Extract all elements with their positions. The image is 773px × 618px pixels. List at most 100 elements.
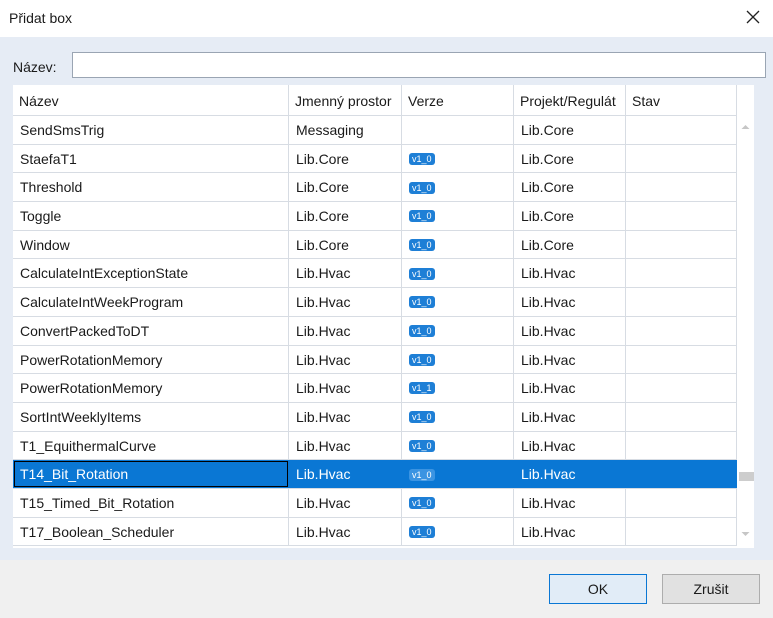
cell-namespace: Lib.Core xyxy=(289,144,402,173)
cell-status xyxy=(626,230,737,259)
cell-namespace: Lib.Hvac xyxy=(289,488,402,517)
version-badge: v1_1 xyxy=(409,382,435,395)
cell-status xyxy=(626,144,737,173)
cell-version: v1_0 xyxy=(402,144,514,173)
table-row[interactable]: StaefaT1 Lib.Core v1_0 Lib.Core xyxy=(13,144,737,174)
version-badge: v1_0 xyxy=(409,296,435,309)
version-badge: v1_0 xyxy=(409,525,435,538)
cell-version: v1_1 xyxy=(402,374,514,402)
cell-namespace: Lib.Hvac xyxy=(289,288,402,316)
ok-button[interactable]: OK xyxy=(549,574,647,604)
cell-version: v1_0 xyxy=(402,460,514,488)
cell-name: SortIntWeeklyItems xyxy=(13,402,289,431)
version-badge: v1_0 xyxy=(409,353,435,366)
column-header-namespace[interactable]: Jmenný prostor xyxy=(289,85,402,115)
cell-project: Lib.Hvac xyxy=(514,402,626,431)
cell-project: Lib.Core xyxy=(514,230,626,259)
table-row[interactable]: Window Lib.Core v1_0 Lib.Core xyxy=(13,230,737,260)
cell-project: Lib.Core xyxy=(514,144,626,173)
table-row[interactable]: Toggle Lib.Core v1_0 Lib.Core xyxy=(13,202,737,231)
table-row[interactable]: ConvertPackedToDT Lib.Hvac v1_0 Lib.Hvac xyxy=(13,316,737,346)
cell-namespace: Lib.Hvac xyxy=(289,402,402,431)
cell-status xyxy=(626,288,737,316)
column-header-project[interactable]: Projekt/Regulát xyxy=(514,85,626,115)
cell-namespace: Lib.Hvac xyxy=(289,431,402,460)
cell-status xyxy=(626,431,737,460)
cell-name: T17_Boolean_Scheduler xyxy=(13,517,289,546)
cell-name: SendSmsTrig xyxy=(13,116,289,144)
table-row[interactable]: SortIntWeeklyItems Lib.Hvac v1_0 Lib.Hvac xyxy=(13,402,737,432)
cell-status xyxy=(626,116,737,144)
cell-project: Lib.Core xyxy=(514,116,626,144)
cell-version: v1_0 xyxy=(402,517,514,546)
cell-namespace: Lib.Hvac xyxy=(289,374,402,402)
version-badge: v1_0 xyxy=(409,152,435,165)
table-row[interactable]: PowerRotationMemory Lib.Hvac v1_1 Lib.Hvac xyxy=(13,374,737,403)
vertical-scrollbar[interactable] xyxy=(737,116,754,548)
dialog-title: Přidat box xyxy=(9,10,73,26)
column-header-status[interactable]: Stav xyxy=(626,85,737,115)
column-header-version[interactable]: Verze xyxy=(402,85,514,115)
version-badge: v1_0 xyxy=(409,325,435,338)
cell-version: v1_0 xyxy=(402,173,514,202)
cell-status xyxy=(626,259,737,288)
cell-version: v1_0 xyxy=(402,431,514,460)
table-row[interactable]: T1_EquithermalCurve Lib.Hvac v1_0 Lib.Hvac xyxy=(13,431,737,461)
cell-namespace: Messaging xyxy=(289,116,402,144)
table-row[interactable]: CalculateIntWeekProgram Lib.Hvac v1_0 Lib.H… xyxy=(13,288,737,317)
cell-version: v1_0 xyxy=(402,345,514,374)
table-row[interactable]: T15_Timed_Bit_Rotation Lib.Hvac v1_0 Lib.Hv… xyxy=(13,488,737,518)
cell-status xyxy=(626,402,737,431)
grid-rows: SendSmsTrig Messaging Lib.Core StaefaT1 Lib.… xyxy=(13,116,737,547)
cell-namespace: Lib.Core xyxy=(289,202,402,230)
cell-name: Window xyxy=(13,230,289,259)
cell-status xyxy=(626,345,737,374)
cell-name: Threshold xyxy=(13,173,289,202)
table-row[interactable]: T14_Bit_Rotation Lib.Hvac v1_0 Lib.Hvac xyxy=(13,460,737,489)
cell-namespace: Lib.Hvac xyxy=(289,316,402,345)
column-header-name[interactable]: Název xyxy=(13,85,289,115)
version-badge: v1_0 xyxy=(409,181,435,194)
cell-namespace: Lib.Hvac xyxy=(289,460,402,488)
cell-project: Lib.Hvac xyxy=(514,431,626,460)
cell-name: PowerRotationMemory xyxy=(13,374,289,402)
cell-project: Lib.Hvac xyxy=(514,517,626,546)
table-row[interactable]: PowerRotationMemory Lib.Hvac v1_0 Lib.Hvac xyxy=(13,345,737,375)
cell-status xyxy=(626,202,737,230)
cancel-button[interactable]: Zrušit xyxy=(662,574,760,604)
title-bar: Přidat box xyxy=(0,0,773,37)
cell-name: T1_EquithermalCurve xyxy=(13,431,289,460)
cell-version: v1_0 xyxy=(402,288,514,316)
cell-version: v1_0 xyxy=(402,488,514,517)
cell-version: v1_0 xyxy=(402,202,514,230)
scroll-down-icon[interactable] xyxy=(741,529,750,539)
close-icon[interactable] xyxy=(744,8,762,26)
cell-status xyxy=(626,517,737,546)
scroll-up-icon[interactable] xyxy=(741,122,750,132)
table-row[interactable]: CalculateIntExceptionState Lib.Hvac v1_0 Li… xyxy=(13,259,737,289)
cell-name: T14_Bit_Rotation xyxy=(13,460,289,488)
dialog-content: Název: Název Jmenný prostor Verze Projek… xyxy=(0,37,773,560)
cell-project: Lib.Hvac xyxy=(514,259,626,288)
cell-status xyxy=(626,173,737,202)
cell-name: T15_Timed_Bit_Rotation xyxy=(13,488,289,517)
cell-status xyxy=(626,460,737,488)
scrollbar-thumb[interactable] xyxy=(739,472,754,481)
cell-namespace: Lib.Hvac xyxy=(289,345,402,374)
cell-status xyxy=(626,316,737,345)
version-badge: v1_0 xyxy=(409,239,435,252)
cell-name: CalculateIntWeekProgram xyxy=(13,288,289,316)
box-grid: Název Jmenný prostor Verze Projekt/Regul… xyxy=(13,85,754,548)
dialog-footer: OK Zrušit xyxy=(0,560,773,618)
cell-project: Lib.Core xyxy=(514,173,626,202)
cell-name: Toggle xyxy=(13,202,289,230)
table-row[interactable]: T17_Boolean_Scheduler Lib.Hvac v1_0 Lib.Hva… xyxy=(13,517,737,547)
cell-status xyxy=(626,488,737,517)
grid-header: Název Jmenný prostor Verze Projekt/Regul… xyxy=(13,85,737,116)
cell-project: Lib.Hvac xyxy=(514,488,626,517)
name-filter-input[interactable] xyxy=(72,52,766,78)
table-row[interactable]: SendSmsTrig Messaging Lib.Core xyxy=(13,116,737,145)
cell-namespace: Lib.Core xyxy=(289,173,402,202)
cell-name: PowerRotationMemory xyxy=(13,345,289,374)
table-row[interactable]: Threshold Lib.Core v1_0 Lib.Core xyxy=(13,173,737,203)
